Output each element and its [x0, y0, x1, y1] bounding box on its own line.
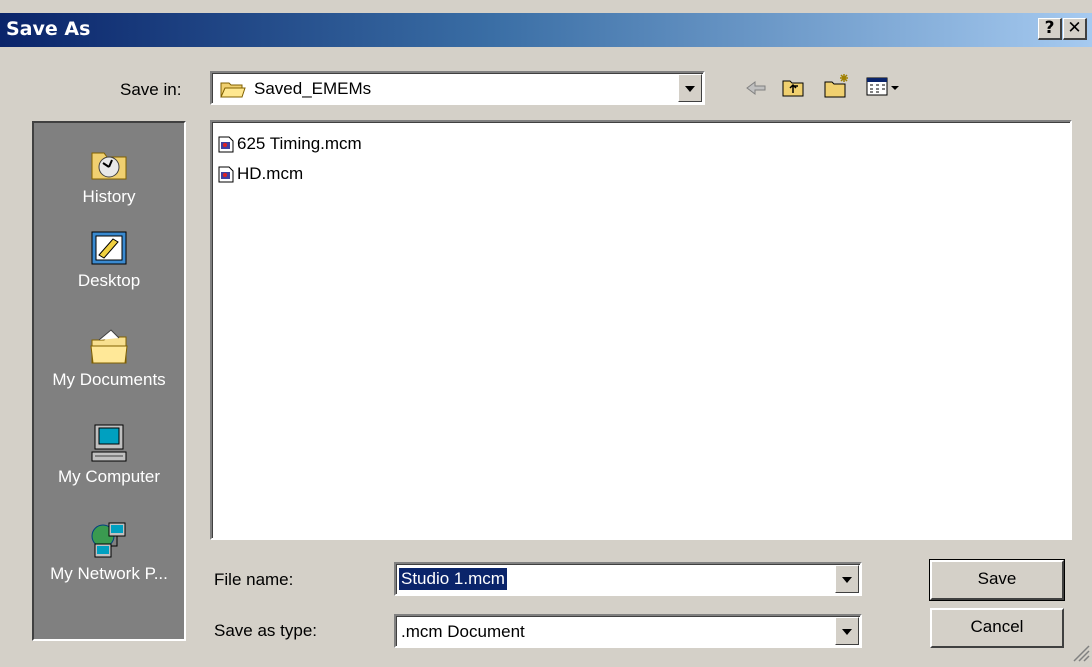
save-button[interactable]: Save — [929, 559, 1065, 601]
save-as-type-select[interactable]: .mcm Document — [394, 614, 862, 648]
save-in-value: Saved_EMEMs — [254, 79, 372, 98]
file-name-dropdown-arrow[interactable] — [835, 565, 859, 593]
back-arrow-icon[interactable] — [745, 78, 767, 103]
save-in-dropdown-arrow[interactable] — [678, 74, 702, 102]
place-my-network-places[interactable]: My Network P... — [34, 520, 184, 584]
file-list[interactable]: 625 Timing.mcm HD.mcm — [210, 120, 1072, 540]
new-folder-icon[interactable] — [823, 73, 851, 104]
file-name-label: File name: — [214, 570, 294, 589]
my-network-places-icon — [89, 520, 129, 560]
save-in-label: Save in: — [120, 80, 182, 99]
list-item[interactable]: 625 Timing.mcm — [218, 134, 362, 154]
save-as-type-label: Save as type: — [214, 621, 318, 640]
my-documents-icon — [89, 326, 129, 366]
dialog-title: Save As — [6, 18, 91, 40]
title-bar[interactable]: Save As ? ✕ — [0, 13, 1092, 47]
up-folder-icon[interactable] — [781, 76, 805, 103]
mcm-file-icon — [218, 166, 234, 183]
place-my-computer-label: My Computer — [57, 467, 161, 486]
save-as-type-dropdown-arrow[interactable] — [835, 617, 859, 645]
list-item[interactable]: HD.mcm — [218, 164, 303, 184]
resize-grip-icon[interactable] — [1070, 642, 1090, 667]
place-my-network-places-label: My Network P... — [50, 564, 168, 583]
save-in-dropdown[interactable]: Saved_EMEMs — [210, 71, 705, 105]
folder-open-icon — [220, 79, 246, 104]
place-desktop-label: Desktop — [77, 271, 141, 290]
help-button[interactable]: ? — [1038, 18, 1062, 40]
file-name-input[interactable]: Studio 1.mcm — [399, 568, 507, 590]
place-my-computer[interactable]: My Computer — [34, 423, 184, 487]
place-desktop[interactable]: Desktop — [34, 227, 184, 291]
file-name-text: HD.mcm — [237, 164, 304, 183]
mcm-file-icon — [218, 136, 234, 153]
place-my-documents-label: My Documents — [52, 370, 166, 389]
place-history-label: History — [82, 187, 136, 206]
file-name-combo[interactable]: Studio 1.mcm — [394, 562, 862, 596]
desktop-icon — [89, 227, 129, 267]
cancel-button[interactable]: Cancel — [930, 608, 1064, 648]
file-name-text: 625 Timing.mcm — [237, 134, 362, 153]
place-my-documents[interactable]: My Documents — [34, 326, 184, 390]
my-computer-icon — [89, 423, 129, 463]
close-button[interactable]: ✕ — [1063, 18, 1087, 40]
places-bar: History Desktop My Documents My Computer… — [32, 121, 186, 641]
history-icon — [89, 143, 129, 183]
views-menu-icon[interactable] — [866, 77, 902, 102]
save-as-type-value: .mcm Document — [401, 622, 525, 641]
place-history[interactable]: History — [34, 143, 184, 207]
